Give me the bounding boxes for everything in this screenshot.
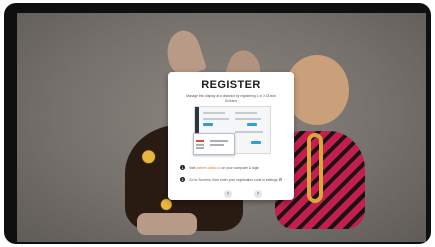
background-photo-dog-right-head [285,55,349,125]
step-1-suffix: on your computer & login [221,165,260,170]
preview-line [210,144,224,146]
preview-line [235,118,261,120]
preview-line [235,131,263,133]
device-frame: REGISTER Manage info display at a distan… [4,3,431,244]
step-1: 1 Visit pattern.ddeck.io on your compute… [180,164,288,171]
step-1-prefix: Visit [189,165,196,170]
instruction-screenshot [193,106,271,155]
gear-icon: ⚙ [278,177,283,182]
step-2: 2 Go to Screens, then enter your registr… [180,176,288,183]
step-number: 2 [180,177,185,182]
preview-line [235,112,257,114]
preview-button [247,123,257,126]
screen: REGISTER Manage info display at a distan… [17,13,426,242]
step-number: 1 [180,165,185,170]
background-photo-dog-left-legs [137,213,197,235]
preview-highlight [196,140,204,142]
background-photo-gold-chain [307,133,323,203]
next-button[interactable]: › [254,190,262,198]
preview-line [196,147,204,149]
pattern-link[interactable]: pattern.ddeck.io [196,166,220,170]
register-modal: REGISTER Manage info display at a distan… [168,72,294,200]
step-2-text: Go to Screens, then enter your registrat… [189,177,278,182]
preview-line [196,144,204,146]
preview-button [251,141,261,144]
preview-line [203,112,225,114]
prev-button[interactable]: ‹ [224,190,232,198]
preview-line [203,118,229,120]
modal-title: REGISTER [201,79,261,91]
preview-line [210,140,228,142]
preview-zoom-callout [193,133,235,155]
modal-description: Manage info display at a distance by reg… [186,94,276,103]
preview-button [203,123,213,126]
